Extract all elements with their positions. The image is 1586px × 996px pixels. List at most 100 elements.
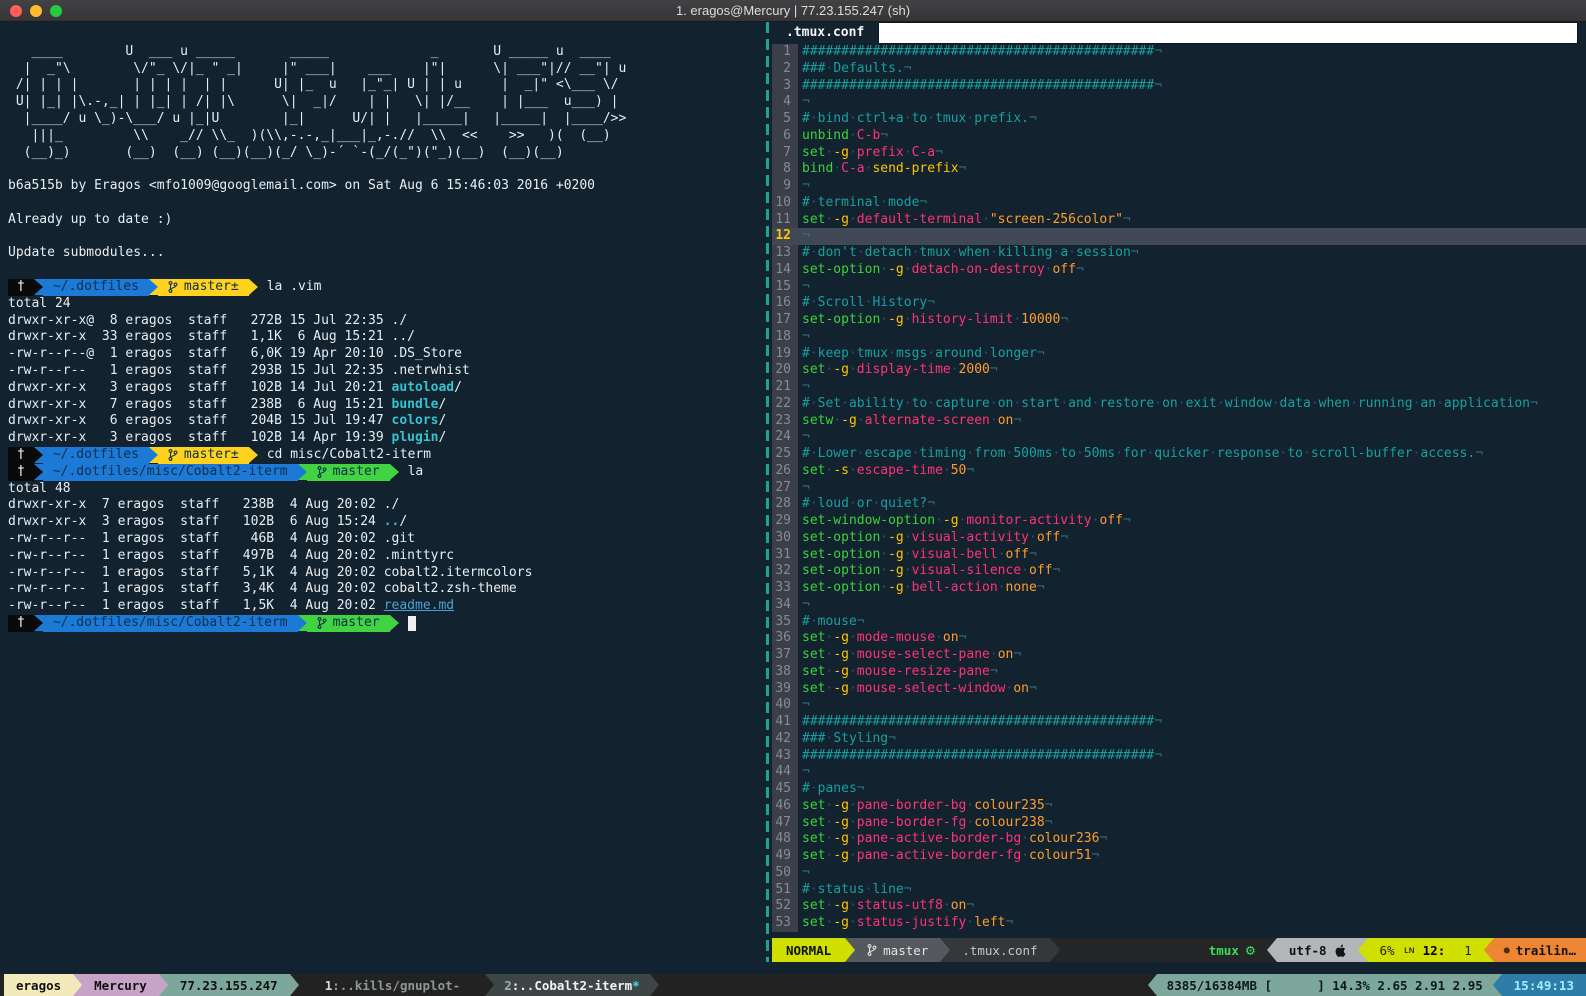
vim-line-number: 18 — [772, 329, 798, 346]
fullscreen-button[interactable] — [50, 5, 62, 17]
statusline-line: 12: — [1423, 943, 1446, 958]
powerline-separator — [485, 974, 494, 996]
vim-line-text: set·-g·mouse-select-pane·on¬ — [798, 647, 1021, 664]
tmux-window-item[interactable]: 2:..Cobalt2-iterm* — [494, 974, 649, 996]
vim-statusline: NORMAL master .tmux.conf tmux ⚙ utf-8 6%… — [772, 938, 1586, 962]
file-listing-row: drwxr-xr-x 3 eragos staff 102B 14 Apr 19… — [8, 430, 763, 447]
vim-line: 35#·mouse¬ — [772, 614, 1586, 631]
powerline-separator — [149, 279, 158, 295]
file-meta: -rw-r--r-- 1 eragos staff 497B 4 Aug 20:… — [8, 548, 384, 563]
file-name[interactable]: readme.md — [384, 598, 454, 613]
vim-line-number: 2 — [772, 61, 798, 78]
statusline-encoding-label: utf-8 — [1289, 943, 1327, 958]
file-meta: -rw-r--r-- 1 eragos staff 293B 15 Jul 22… — [8, 363, 392, 378]
close-button[interactable] — [10, 5, 22, 17]
vim-line-text: #·terminal·mode¬ — [798, 195, 927, 212]
vim-line-text: set·-g·status-utf8·on¬ — [798, 898, 974, 915]
file-name: bundle — [392, 397, 439, 412]
vim-buffer[interactable]: 1#######################################… — [772, 44, 1586, 938]
file-name: cobalt2.itermcolors — [384, 565, 533, 580]
vim-line: 25#·Lower·escape·timing·from·500ms·to·50… — [772, 446, 1586, 463]
statusline-git-branch: master — [855, 938, 940, 962]
vim-line-text: ###·Defaults.¬ — [798, 61, 912, 78]
vim-line: 17set-option·-g·history-limit·10000¬ — [772, 312, 1586, 329]
vim-line-text: set·-s·escape-time·50¬ — [798, 463, 974, 480]
vim-line-number: 10 — [772, 195, 798, 212]
dir-slash: / — [438, 430, 446, 445]
vim-line-text: set-option·-g·visual-activity·off¬ — [798, 530, 1068, 547]
vim-line: 19#·keep·tmux·msgs·around·longer¬ — [772, 346, 1586, 363]
tmux-pane-divider[interactable] — [766, 22, 769, 962]
shell-pane[interactable]: ____ U ___ u _____ _____ _ U _____ u ___… — [0, 22, 763, 962]
vim-line-text: ¬ — [798, 597, 810, 614]
vim-line-text: ########################################… — [798, 748, 1162, 765]
window-spacer — [470, 974, 485, 996]
file-name: .minttyrc — [384, 548, 454, 563]
tmux-window-item[interactable]: 1:..kills/gnuplot- — [315, 974, 470, 996]
vim-line-text: #·Set·ability·to·capture·on·start·and·re… — [798, 396, 1538, 413]
dir-slash: / — [438, 397, 446, 412]
vim-line-number: 44 — [772, 764, 798, 781]
vim-line: 39set·-g·mouse-select-window·on¬ — [772, 681, 1586, 698]
vim-line-number: 43 — [772, 748, 798, 765]
vim-line-number: 24 — [772, 429, 798, 446]
powerline-separator — [298, 464, 307, 480]
statusline-session: tmux ⚙ — [1197, 938, 1267, 962]
file-name: autoload — [392, 380, 455, 395]
minimize-button[interactable] — [30, 5, 42, 17]
powerline-separator — [73, 974, 82, 996]
vim-tab-filename[interactable]: .tmux.conf — [772, 22, 878, 44]
vim-line-text: #·bind·ctrl+a·to·tmux·prefix.¬ — [798, 111, 1037, 128]
vim-line-number: 40 — [772, 697, 798, 714]
vim-line: 11set·-g·default-terminal·"screen-256col… — [772, 212, 1586, 229]
file-name: ./ — [384, 497, 400, 512]
ascii-art-line: U| |_| |\.-,_| | |_| | /| |\ \| _|/ | | … — [8, 94, 763, 111]
file-meta: drwxr-xr-x@ 8 eragos staff 272B 15 Jul 2… — [8, 313, 392, 328]
file-name: .DS_Store — [392, 346, 462, 361]
vim-line-text: ¬ — [798, 94, 810, 111]
vim-line-number: 50 — [772, 865, 798, 882]
vim-pane[interactable]: .tmux.conf 1############################… — [772, 22, 1586, 962]
vim-line-number: 47 — [772, 815, 798, 832]
vim-line-text: set-option·-g·visual-silence·off¬ — [798, 563, 1060, 580]
terminal-blank-line — [8, 27, 763, 44]
file-name: ../ — [392, 329, 415, 344]
vim-line-text: ########################################… — [798, 714, 1162, 731]
tmux-clock: 15:49:13 — [1502, 974, 1586, 996]
dir-slash: / — [399, 514, 407, 529]
vim-line: 28#·loud·or·quiet?¬ — [772, 496, 1586, 513]
file-listing-row: -rw-r--r--@ 1 eragos staff 6,0K 19 Apr 2… — [8, 346, 763, 363]
window-title: 1. eragos@Mercury | 77.23.155.247 (sh) — [676, 3, 910, 18]
file-name: ./ — [392, 313, 408, 328]
vim-line: 3#######################################… — [772, 78, 1586, 95]
file-name: .netrwhist — [392, 363, 470, 378]
vim-line: 29set-window-option·-g·monitor-activity·… — [772, 513, 1586, 530]
submodule-status-line: Update submodules... — [8, 245, 763, 262]
prompt-branch-label: master — [333, 464, 380, 481]
vim-line-number: 31 — [772, 547, 798, 564]
prompt-symbol: † — [8, 464, 34, 481]
vim-line-number: 32 — [772, 563, 798, 580]
ascii-art-line: ____ U ___ u _____ _____ _ U _____ u ___… — [8, 44, 763, 61]
vim-line-number: 28 — [772, 496, 798, 513]
vim-line-number: 45 — [772, 781, 798, 798]
vim-line-text: ¬ — [798, 279, 810, 296]
prompt-git-branch: master — [307, 464, 390, 481]
apple-icon — [1334, 943, 1346, 958]
prompt-line: †~/.dotfiles/misc/Cobalt2-itermmaster — [8, 615, 763, 632]
statusline-session-label: tmux — [1209, 943, 1239, 958]
powerline-separator — [249, 447, 258, 463]
file-meta: drwxr-xr-x 3 eragos staff 102B 14 Apr 19… — [8, 430, 392, 445]
powerline-separator — [149, 447, 158, 463]
vim-line: 4¬ — [772, 94, 1586, 111]
prompt-path: ~/.dotfiles/misc/Cobalt2-iterm — [43, 615, 298, 632]
file-name: .. — [384, 514, 400, 529]
vim-line-text: ########################################… — [798, 44, 1162, 61]
vim-line-number: 42 — [772, 731, 798, 748]
powerline-separator — [290, 974, 299, 996]
vim-line-text: ¬ — [798, 697, 810, 714]
file-meta: drwxr-xr-x 3 eragos staff 102B 6 Aug 15:… — [8, 514, 384, 529]
file-meta: drwxr-xr-x 6 eragos staff 204B 15 Jul 19… — [8, 413, 392, 428]
vim-line-text: set·-g·mouse-resize-pane¬ — [798, 664, 998, 681]
vim-line: 31set-option·-g·visual-bell·off¬ — [772, 547, 1586, 564]
